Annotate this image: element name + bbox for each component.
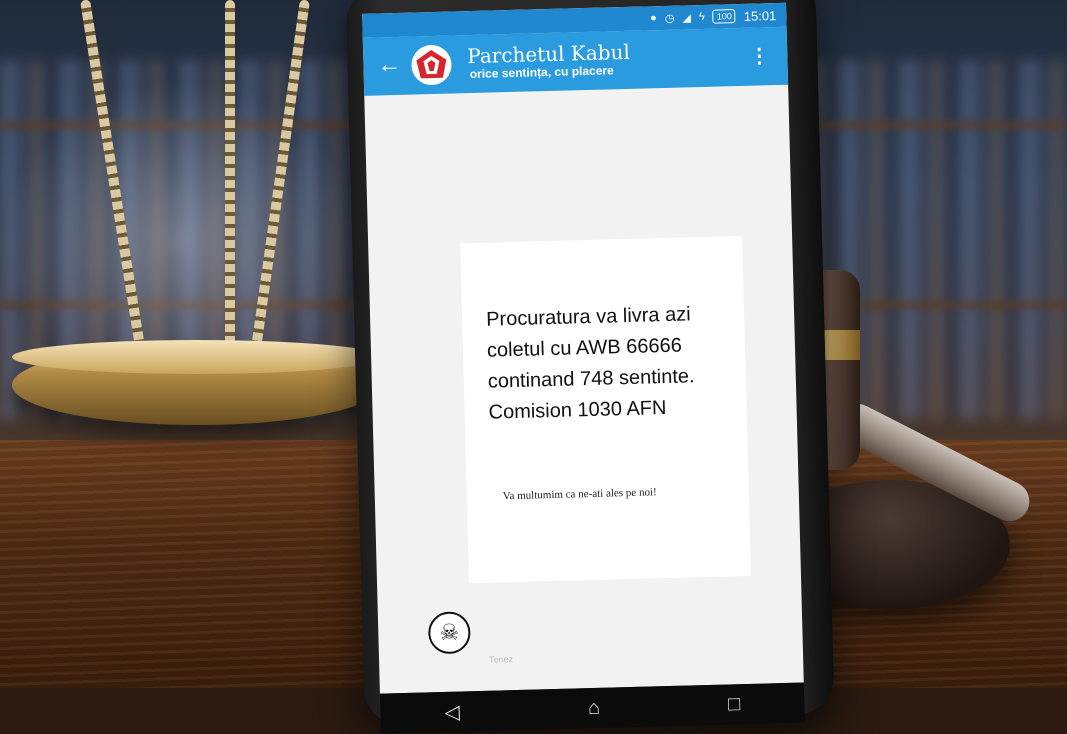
smartphone: ● ◷ ◢ ϟ 100 15:01 ← Parchetul Kabul oric… bbox=[345, 0, 835, 734]
charging-icon: ϟ bbox=[698, 10, 705, 24]
location-icon: ● bbox=[650, 12, 658, 25]
app-bar: ← Parchetul Kabul orice sentința, cu pla… bbox=[362, 26, 789, 96]
overflow-menu-icon[interactable]: ⋮ bbox=[749, 43, 770, 69]
logo-mark-icon bbox=[416, 50, 447, 79]
message-body: Procuratura va livra azi coletul cu AWB … bbox=[485, 303, 695, 424]
home-icon[interactable]: ⌂ bbox=[588, 696, 601, 719]
scale-chain bbox=[225, 0, 235, 360]
message-bubble: Procuratura va livra azi coletul cu AWB … bbox=[460, 235, 751, 584]
status-time: 15:01 bbox=[743, 7, 777, 24]
app-logo bbox=[410, 44, 453, 86]
battery-indicator: 100 bbox=[712, 9, 736, 24]
phone-screen: ● ◷ ◢ ϟ 100 15:01 ← Parchetul Kabul oric… bbox=[362, 2, 804, 694]
back-arrow-icon[interactable]: ← bbox=[377, 51, 402, 80]
skull-crossbones-icon[interactable]: ☠ bbox=[427, 611, 471, 655]
alarm-icon: ◷ bbox=[664, 12, 675, 25]
compose-input[interactable]: Tenez bbox=[489, 654, 513, 665]
message-footer: Va multumim ca ne-ati ales pe noi! bbox=[502, 486, 657, 503]
scale-pan-rim bbox=[12, 340, 382, 374]
contact-subtitle: orice sentința, cu placere bbox=[469, 63, 614, 82]
signal-icon: ◢ bbox=[682, 11, 692, 24]
back-triangle-icon[interactable]: ◁ bbox=[444, 699, 460, 724]
recents-icon[interactable]: □ bbox=[728, 693, 741, 716]
